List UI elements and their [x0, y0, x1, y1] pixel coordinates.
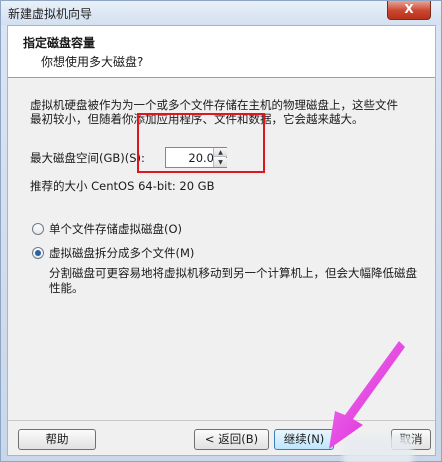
- radio-single-file-label: 单个文件存储虚拟磁盘(O): [49, 222, 183, 236]
- close-icon[interactable]: X: [387, 1, 431, 20]
- recommended-size: 推荐的大小 CentOS 64-bit: 20 GB: [30, 179, 215, 193]
- next-button[interactable]: 继续(N): [274, 429, 334, 450]
- footer-divider: [8, 420, 435, 421]
- max-disk-size-label: 最大磁盘空间(GB)(S):: [30, 151, 145, 165]
- radio-button-icon[interactable]: [32, 223, 44, 235]
- window-title: 新建虚拟机向导: [8, 7, 93, 21]
- wizard-client-area: 指定磁盘容量 你想使用多大磁盘? 虚拟机硬盘被作为为一个或多个文件存储在主机的物…: [7, 25, 436, 462]
- highlight-box: [137, 113, 265, 173]
- page-subtitle: 你想使用多大磁盘?: [41, 55, 144, 69]
- wizard-header: 指定磁盘容量 你想使用多大磁盘?: [8, 26, 435, 78]
- radio-button-selected-icon[interactable]: [32, 247, 44, 259]
- radio-split-files[interactable]: 虚拟磁盘拆分成多个文件(M): [32, 245, 194, 261]
- radio-single-file[interactable]: 单个文件存储虚拟磁盘(O): [32, 221, 182, 237]
- split-description: 分割磁盘可更容易地将虚拟机移动到另一个计算机上，但会大幅降低磁盘性能。: [49, 266, 417, 295]
- page-title: 指定磁盘容量: [23, 36, 96, 50]
- wizard-window: 新建虚拟机向导 X 指定磁盘容量 你想使用多大磁盘? 虚拟机硬盘被作为为一个或多…: [0, 0, 442, 462]
- title-bar[interactable]: 新建虚拟机向导 X: [1, 1, 441, 25]
- back-button[interactable]: < 返回(B): [194, 429, 269, 450]
- blurred-region: [343, 436, 413, 462]
- help-button[interactable]: 帮助: [18, 429, 96, 450]
- radio-split-files-label: 虚拟磁盘拆分成多个文件(M): [49, 246, 195, 260]
